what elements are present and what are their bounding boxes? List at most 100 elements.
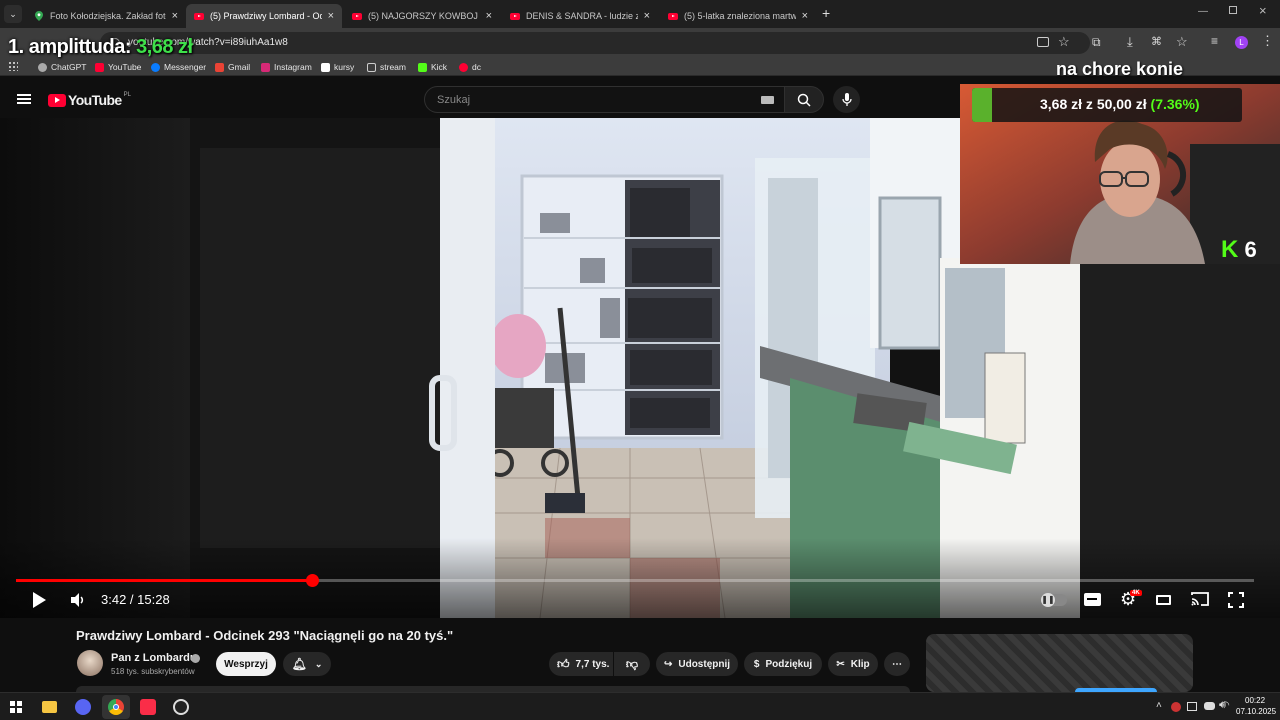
clip-button[interactable]: ✂ Klip bbox=[828, 652, 878, 676]
sidebar-ad-thumbnail[interactable] bbox=[926, 634, 1193, 692]
menu-kebab-icon[interactable]: ⋮ bbox=[1261, 33, 1274, 49]
close-icon[interactable]: × bbox=[328, 10, 334, 22]
translate-icon[interactable]: ⌘ bbox=[1151, 35, 1162, 48]
verified-badge-icon bbox=[191, 654, 200, 663]
tab-prawdziwy-lombard[interactable]: (5) Prawdziwy Lombard - Odcin × bbox=[186, 4, 342, 28]
close-icon[interactable]: × bbox=[486, 10, 492, 22]
close-icon[interactable]: × bbox=[644, 10, 650, 22]
bookmark-gmail[interactable]: Gmail bbox=[215, 60, 250, 74]
close-icon[interactable]: × bbox=[172, 10, 178, 22]
more-actions-button[interactable]: ⋯ bbox=[884, 652, 910, 676]
install-app-icon[interactable] bbox=[1037, 37, 1049, 47]
bookmark-chatgpt[interactable]: ChatGPT bbox=[38, 60, 86, 74]
controls-gradient bbox=[0, 538, 1280, 618]
file-explorer-icon[interactable] bbox=[42, 701, 57, 713]
cast-icon bbox=[1191, 592, 1209, 606]
tab-foto[interactable]: Foto Kołodziejska. Zakład fotog × bbox=[26, 4, 186, 28]
voice-search-button[interactable] bbox=[833, 86, 860, 113]
bookmark-kick[interactable]: Kick bbox=[418, 60, 447, 74]
search-button[interactable] bbox=[784, 86, 824, 113]
search-input[interactable]: Szukaj bbox=[424, 86, 786, 113]
tab-denis-sandra[interactable]: DENIS & SANDRA - ludzie z zas × bbox=[502, 4, 658, 28]
youtube-play-logo-icon bbox=[48, 93, 66, 107]
close-icon[interactable]: × bbox=[802, 10, 808, 22]
clock-time[interactable]: 00:22 bbox=[1245, 696, 1265, 705]
bookmark-dc[interactable]: dc bbox=[459, 60, 481, 74]
channel-avatar[interactable] bbox=[77, 650, 103, 676]
minimize-button[interactable]: — bbox=[1198, 6, 1208, 17]
chrome-icon[interactable] bbox=[102, 695, 130, 719]
scrubber-handle[interactable] bbox=[305, 574, 319, 587]
game-bar-icon[interactable] bbox=[1204, 702, 1215, 710]
discord-icon[interactable] bbox=[75, 699, 91, 715]
subscriber-count: 518 tys. subskrybentów bbox=[111, 667, 195, 676]
reading-list-icon[interactable]: ≡ bbox=[1211, 34, 1218, 48]
apps-grid-icon[interactable] bbox=[8, 61, 18, 71]
favorites-icon[interactable]: ☆ bbox=[1176, 34, 1188, 50]
kick-logo-icon: K bbox=[1221, 236, 1239, 263]
hamburger-menu-icon[interactable] bbox=[17, 94, 31, 104]
bookmark-instagram[interactable]: Instagram bbox=[261, 60, 312, 74]
cast-button[interactable] bbox=[1190, 591, 1210, 612]
keyboard-icon[interactable] bbox=[761, 96, 774, 104]
subtitles-button[interactable] bbox=[1084, 593, 1101, 606]
download-icon[interactable]: ⤓ bbox=[1127, 34, 1133, 50]
extensions-icon[interactable]: ⧉ bbox=[1092, 35, 1101, 50]
youtube-logo[interactable]: YouTube PL bbox=[48, 92, 131, 108]
thanks-button[interactable]: $ Podziękuj bbox=[744, 652, 822, 676]
start-button[interactable] bbox=[10, 701, 22, 713]
close-window-button[interactable]: × bbox=[1259, 3, 1267, 18]
notifications-button[interactable]: 🔔︎ ⌄ bbox=[283, 652, 331, 676]
settings-button[interactable]: ⚙ 4K bbox=[1120, 589, 1142, 610]
share-button[interactable]: ↪ Udostępnij bbox=[656, 652, 738, 676]
bookmark-youtube[interactable]: YouTube bbox=[95, 60, 141, 74]
theater-mode-button[interactable] bbox=[1156, 595, 1171, 605]
chevron-down-icon: ⌄ bbox=[314, 658, 323, 669]
tab-5-latka[interactable]: (5) 5-latka znaleziona martwa w × bbox=[660, 4, 816, 28]
volume-button[interactable] bbox=[70, 592, 86, 613]
tab-title: Foto Kołodziejska. Zakład fotog bbox=[50, 11, 166, 21]
tray-app-icon[interactable] bbox=[1171, 702, 1181, 712]
bookmark-star-icon[interactable]: ☆ bbox=[1058, 34, 1070, 50]
speaker-icon[interactable]: 🔊︎ bbox=[1219, 699, 1226, 712]
amp-value: 3,68 zł bbox=[136, 36, 193, 58]
bookmark-kursy[interactable]: kursy bbox=[321, 60, 354, 74]
autoplay-toggle[interactable]: ❚❚ bbox=[1041, 593, 1067, 607]
play-icon bbox=[33, 592, 46, 608]
youtube-icon bbox=[95, 62, 104, 72]
clip-label: Klip bbox=[850, 658, 870, 670]
bookmark-messenger[interactable]: Messenger bbox=[151, 60, 206, 74]
profile-avatar[interactable]: L bbox=[1235, 36, 1248, 49]
new-tab-button[interactable]: + bbox=[822, 5, 830, 21]
bookmark-label: Kick bbox=[431, 62, 448, 72]
goal-current: 3,68 zł bbox=[1040, 96, 1083, 112]
support-button[interactable]: Wesprzyj bbox=[216, 652, 276, 676]
kick-viewer-count: 6 bbox=[1244, 237, 1257, 262]
goal-target: 50,00 zł bbox=[1096, 96, 1147, 112]
amplituda-overlay: 1. amplittuda: 3,68 zł bbox=[8, 36, 193, 59]
chatgpt-icon bbox=[38, 62, 47, 72]
progress-bar[interactable] bbox=[16, 574, 1254, 587]
music-app-icon[interactable] bbox=[140, 699, 156, 715]
channel-name[interactable]: Pan z Lombardu bbox=[111, 652, 197, 664]
quality-badge: 4K bbox=[1130, 590, 1142, 596]
obs-icon[interactable] bbox=[173, 699, 189, 715]
clock-date[interactable]: 07.10.2025 bbox=[1236, 707, 1276, 716]
share-label: Udostępnij bbox=[678, 658, 731, 670]
tab-search-button[interactable]: ⌄ bbox=[4, 5, 22, 23]
dislike-button[interactable]: 👎︎ bbox=[614, 652, 650, 676]
bookmark-stream[interactable]: stream bbox=[367, 60, 406, 74]
play-button[interactable] bbox=[30, 590, 48, 615]
tab-title: DENIS & SANDRA - ludzie z zas bbox=[526, 11, 638, 21]
youtube-icon bbox=[510, 11, 520, 21]
tab-kowboj[interactable]: (5) NAJGORSZY KOWBOJ ROBI × bbox=[344, 4, 500, 28]
tray-chevron-icon[interactable]: ˄ bbox=[1156, 700, 1162, 711]
kick-icon bbox=[418, 62, 427, 72]
youtube-icon bbox=[352, 11, 362, 21]
like-button[interactable]: 👍︎ 7,7 tys. bbox=[549, 652, 613, 676]
network-icon[interactable] bbox=[1187, 702, 1197, 711]
fullscreen-button[interactable] bbox=[1228, 592, 1244, 613]
maximize-button[interactable] bbox=[1229, 6, 1237, 14]
time-display: 3:42 / 15:28 bbox=[101, 592, 170, 607]
bookmark-label: kursy bbox=[334, 62, 355, 72]
